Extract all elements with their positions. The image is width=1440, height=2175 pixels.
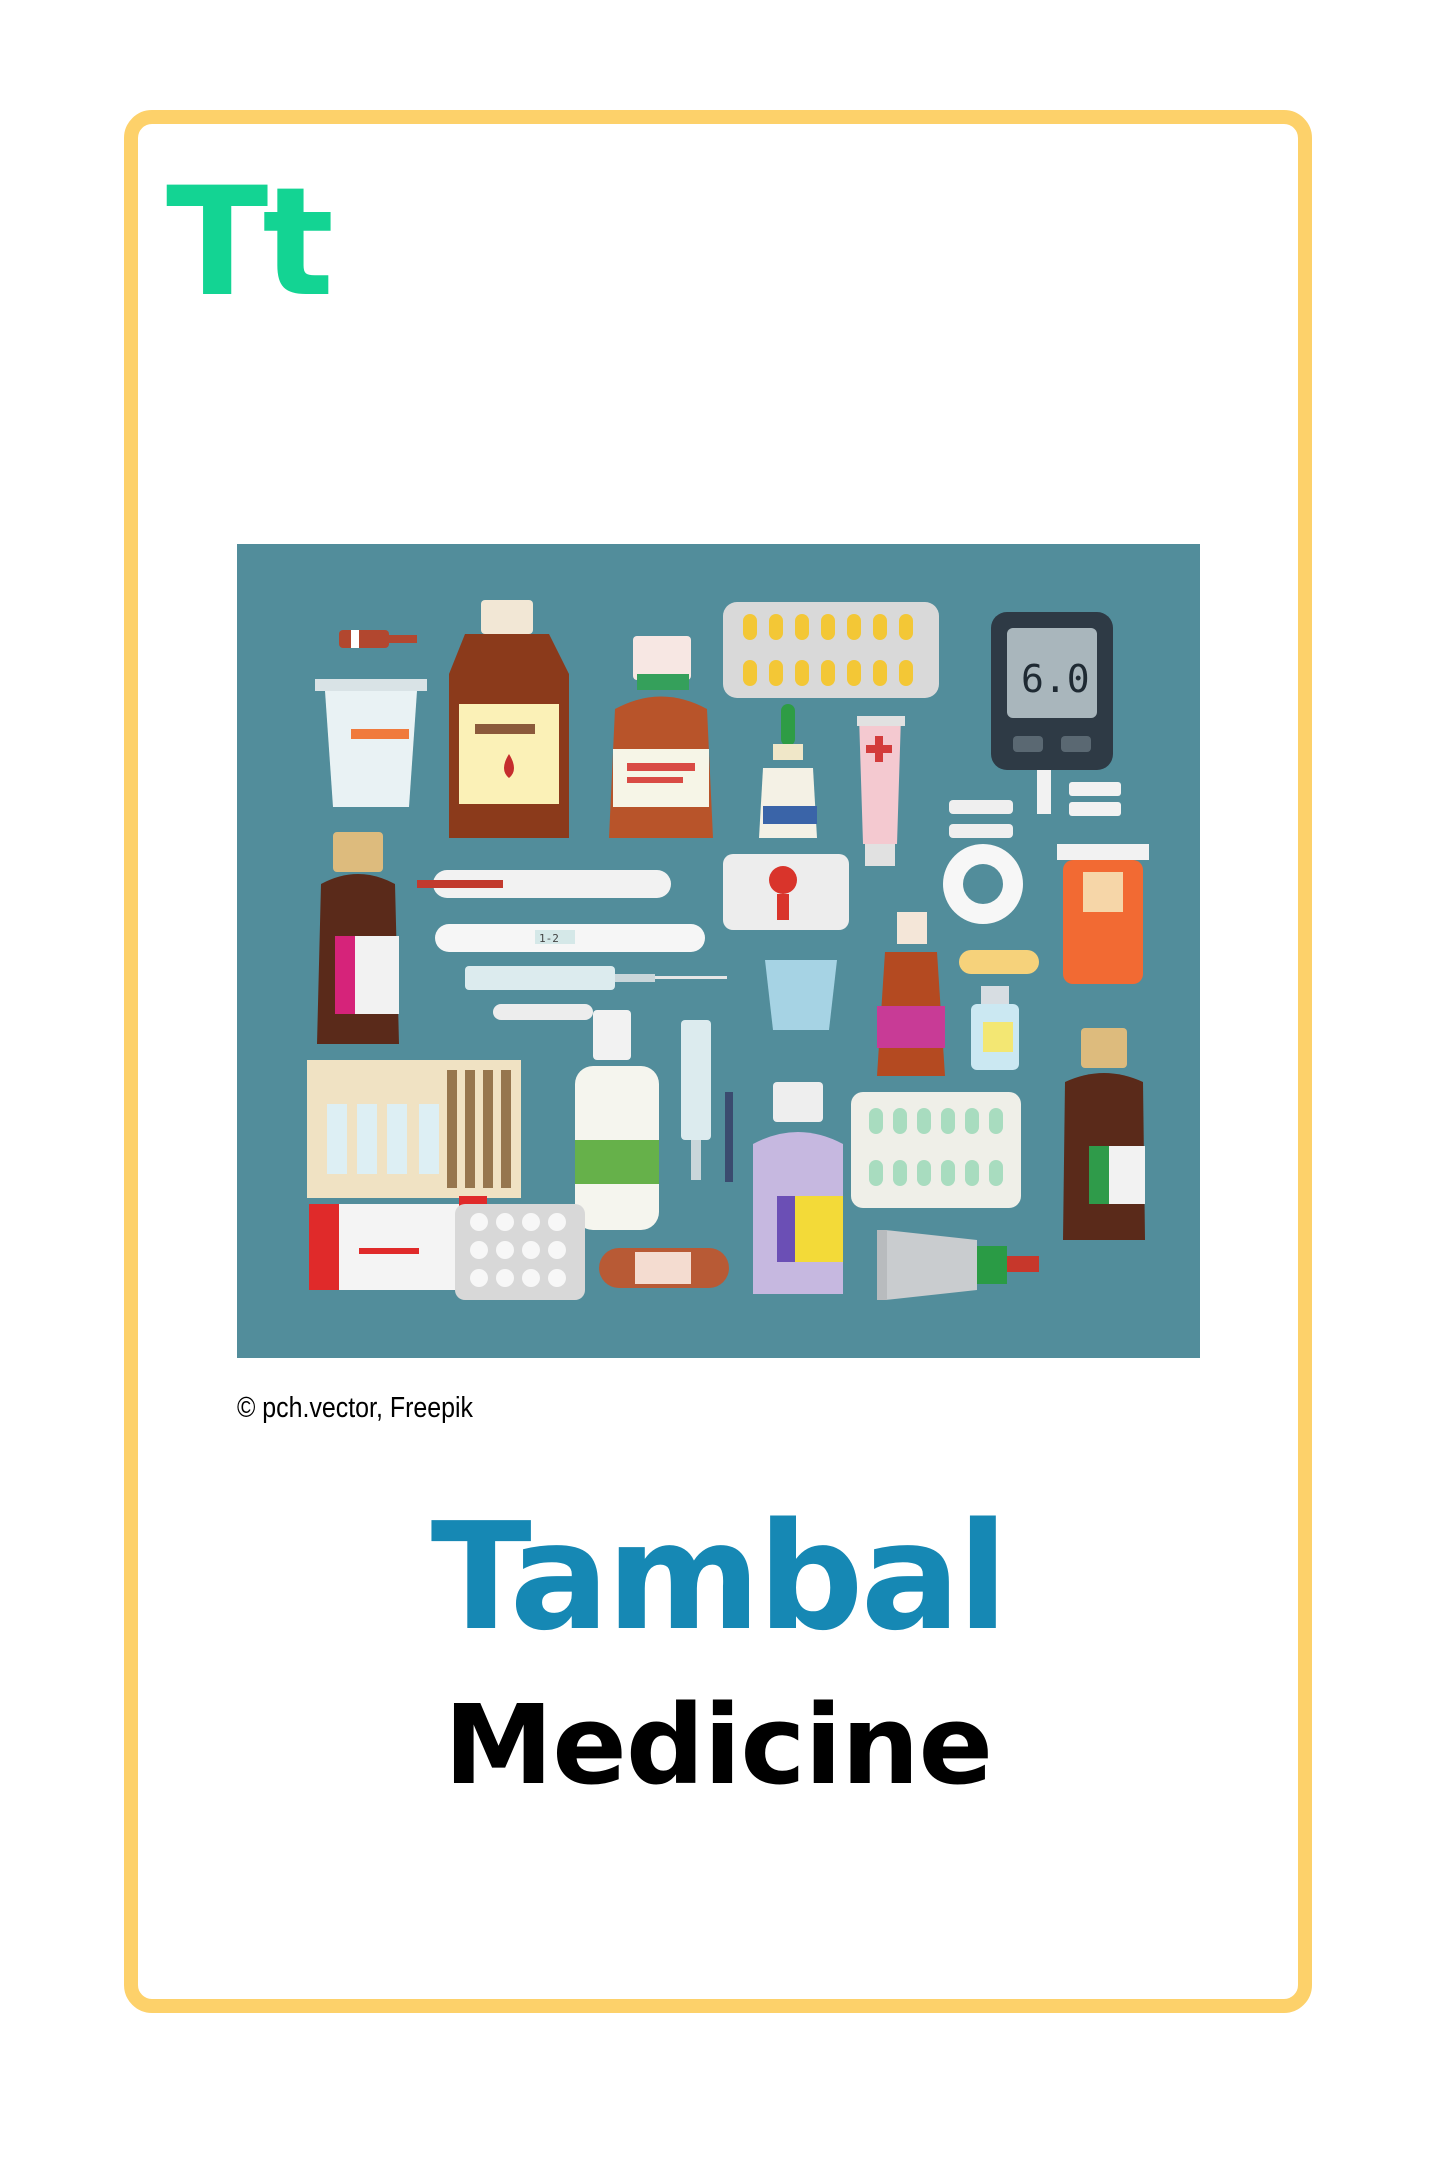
measuring-cup-icon [315,679,427,807]
meter-reading: 6.0 [1021,657,1090,701]
pill-bottle-icon [723,854,849,930]
green-blister-icon [851,1092,1021,1208]
letter-pair: Tt [166,156,334,330]
white-blister-icon [455,1204,585,1300]
capsule-jar-icon [1057,844,1149,984]
medicine-cup-icon [765,960,837,1030]
adhesive-bandage-icon [599,1248,729,1288]
bandage-icon [959,950,1039,974]
pill-blister-icon [723,602,939,698]
tape-roll-icon [943,844,1023,924]
thermometer-label: 1-2 [539,932,559,945]
word-english: Medicine [443,1681,993,1809]
medicine-illustration: 6.0 1-2 [237,544,1200,1358]
word-malay: Tambal [430,1491,1009,1663]
image-credit: © pch.vector, Freepik [237,1392,474,1424]
ampoule-tray-icon [307,1060,521,1198]
